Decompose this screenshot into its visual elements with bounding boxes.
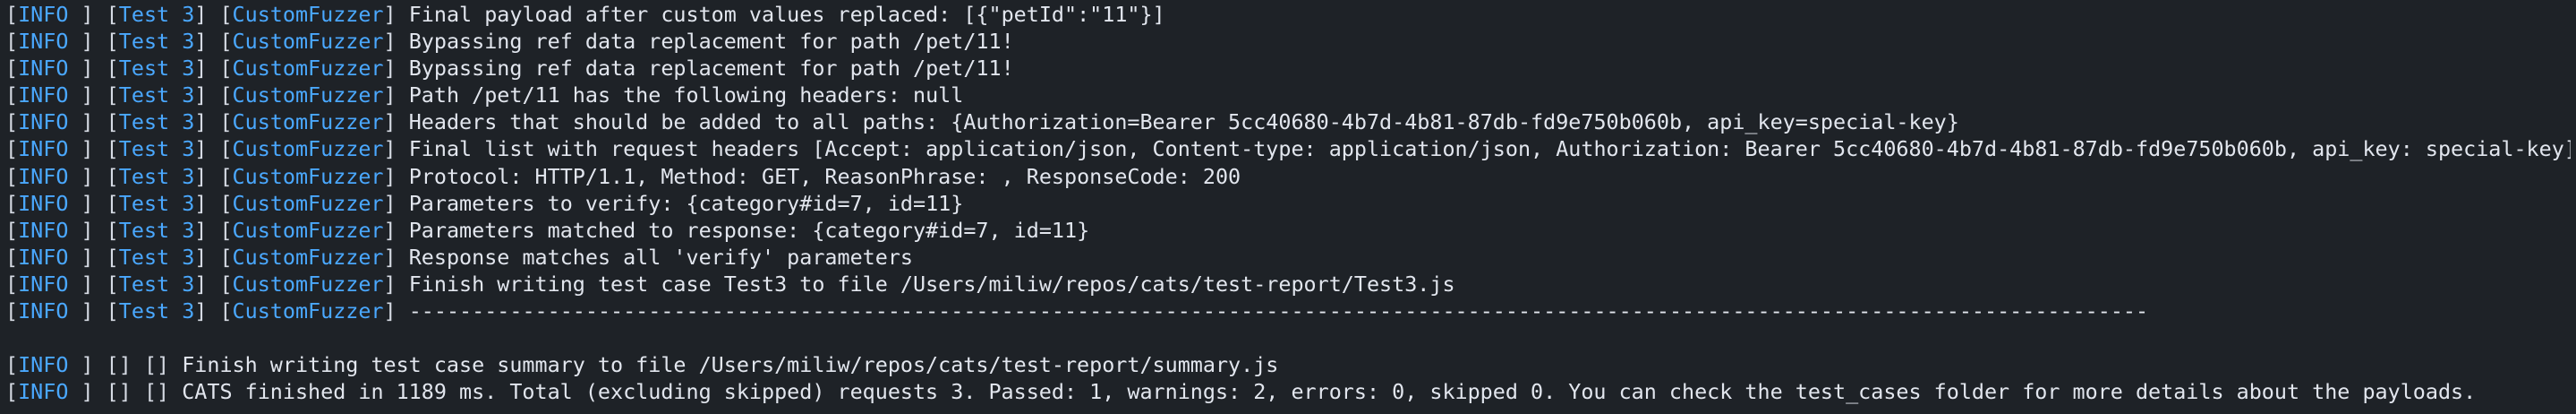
log-level: INFO: [18, 352, 69, 378]
log-line: [INFO ] [Test 3] [CustomFuzzer] Paramete…: [5, 190, 964, 216]
test-name: Test 3: [118, 271, 195, 297]
test-name: Test 3: [118, 298, 195, 324]
log-message: Bypassing ref data replacement for path …: [408, 56, 1014, 82]
log-message: Parameters to verify: {category#id=7, id…: [408, 190, 964, 216]
log-message: Protocol: HTTP/1.1, Method: GET, ReasonP…: [408, 163, 1241, 189]
fuzzer-name: CustomFuzzer: [232, 82, 384, 108]
log-level: INFO: [18, 82, 69, 108]
terminal-output: [INFO ] [Test 3] [CustomFuzzer] Final pa…: [5, 1, 2571, 413]
log-line: [INFO ] [Test 3] [CustomFuzzer] Final pa…: [5, 2, 1165, 27]
log-line: [INFO ] [Test 3] [CustomFuzzer] Path /pe…: [5, 82, 964, 108]
log-message: Finish writing test case Test3 to file /…: [408, 271, 1455, 297]
log-level: INFO: [18, 379, 69, 405]
test-name: Test 3: [118, 217, 195, 243]
log-message: Finish writing test case summary to file…: [182, 352, 1279, 378]
log-line: [INFO ] [Test 3] [CustomFuzzer] Headers …: [5, 109, 1959, 135]
test-name: Test 3: [118, 190, 195, 216]
log-message: CATS finished in 1189 ms. Total (excludi…: [182, 379, 2477, 405]
log-line: [INFO ] [Test 3] [CustomFuzzer] Bypassin…: [5, 56, 1014, 82]
test-name: Test 3: [118, 2, 195, 27]
fuzzer-name: CustomFuzzer: [232, 244, 384, 270]
test-name: Test 3: [118, 244, 195, 270]
log-message: Path /pet/11 has the following headers: …: [408, 82, 964, 108]
test-name: Test 3: [118, 29, 195, 55]
fuzzer-name: CustomFuzzer: [232, 136, 384, 162]
log-level: INFO: [18, 190, 69, 216]
test-name: Test 3: [118, 109, 195, 135]
log-separator: ----------------------------------------…: [408, 298, 2149, 324]
log-message: Final list with request headers [Accept:…: [408, 136, 2571, 162]
log-level: INFO: [18, 217, 69, 243]
fuzzer-name: CustomFuzzer: [232, 163, 384, 189]
fuzzer-name: CustomFuzzer: [232, 271, 384, 297]
log-message: Headers that should be added to all path…: [408, 109, 1959, 135]
log-line: [INFO ] [Test 3] [CustomFuzzer] Finish w…: [5, 271, 1455, 297]
log-level: INFO: [18, 2, 69, 27]
log-line: [INFO ] [Test 3] [CustomFuzzer] --------…: [5, 298, 2149, 324]
log-level: INFO: [18, 29, 69, 55]
log-level: INFO: [18, 109, 69, 135]
fuzzer-name: CustomFuzzer: [232, 217, 384, 243]
log-message: Bypassing ref data replacement for path …: [408, 29, 1014, 55]
test-name: Test 3: [118, 136, 195, 162]
log-line: [INFO ] [] [] Finish writing test case s…: [5, 352, 1279, 378]
fuzzer-name: CustomFuzzer: [232, 298, 384, 324]
log-line: [INFO ] [] [] CATS finished in 1189 ms. …: [5, 379, 2477, 405]
test-name: Test 3: [118, 82, 195, 108]
log-line: [INFO ] [Test 3] [CustomFuzzer] Final li…: [5, 135, 2571, 162]
fuzzer-name: CustomFuzzer: [232, 2, 384, 27]
log-message: Response matches all 'verify' parameters: [408, 244, 913, 270]
test-name: Test 3: [118, 56, 195, 82]
log-line: [INFO ] [Test 3] [CustomFuzzer] Protocol…: [5, 163, 1241, 189]
fuzzer-name: CustomFuzzer: [232, 190, 384, 216]
log-line: [INFO ] [Test 3] [CustomFuzzer] Bypassin…: [5, 29, 1014, 55]
log-line: [INFO ] [Test 3] [CustomFuzzer] Response…: [5, 244, 913, 270]
test-name: Test 3: [118, 163, 195, 189]
log-level: INFO: [18, 271, 69, 297]
log-level: INFO: [18, 244, 69, 270]
log-message: Final payload after custom values replac…: [408, 2, 1165, 27]
log-message: Parameters matched to response: {categor…: [408, 217, 1090, 243]
log-level: INFO: [18, 56, 69, 82]
fuzzer-name: CustomFuzzer: [232, 56, 384, 82]
fuzzer-name: CustomFuzzer: [232, 109, 384, 135]
log-level: INFO: [18, 163, 69, 189]
log-level: INFO: [18, 136, 69, 162]
fuzzer-name: CustomFuzzer: [232, 29, 384, 55]
log-level: INFO: [18, 298, 69, 324]
log-line: [INFO ] [Test 3] [CustomFuzzer] Paramete…: [5, 217, 1090, 243]
